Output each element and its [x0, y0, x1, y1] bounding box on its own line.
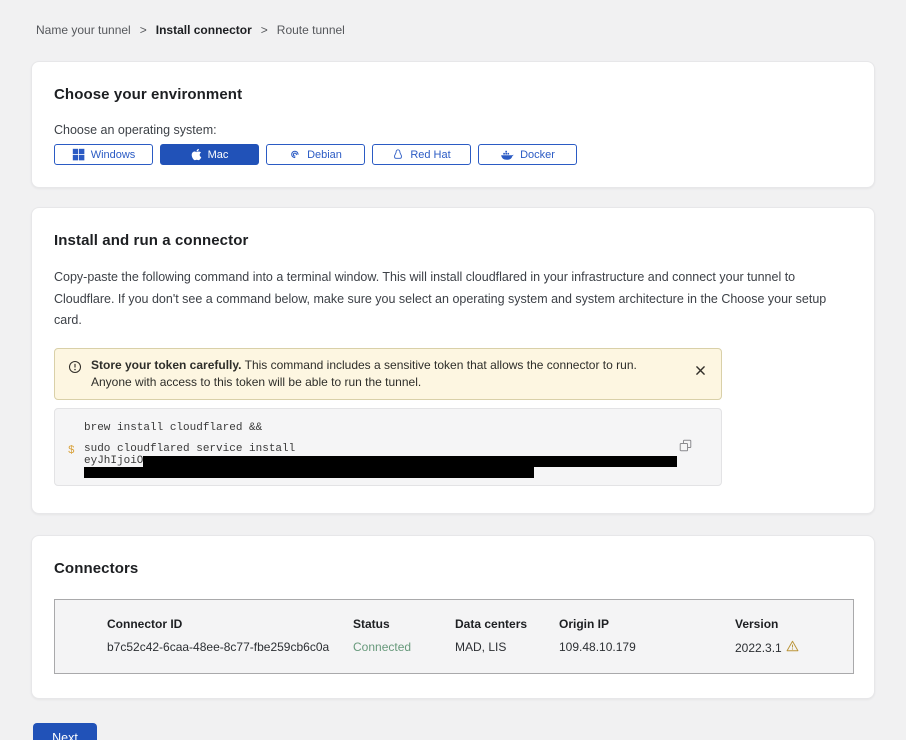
windows-icon — [72, 148, 85, 161]
shell-prompt: $ — [68, 445, 75, 457]
column-header-status: Status — [353, 617, 455, 631]
os-button-label: Windows — [91, 149, 136, 161]
os-button-label: Debian — [307, 149, 342, 161]
breadcrumb-step-route-tunnel[interactable]: Route tunnel — [277, 23, 345, 37]
os-button-group: Windows Mac Debian Red Hat — [54, 144, 852, 165]
table-row: b7c52c42-6caa-48ee-8c77-fbe259cb6c0a Con… — [107, 640, 833, 655]
environment-card-title: Choose your environment — [54, 86, 852, 103]
data-centers-cell: MAD, LIS — [455, 640, 559, 655]
code-line-service-install: sudo cloudflared service install — [84, 444, 691, 455]
os-button-label: Docker — [520, 149, 555, 161]
choose-environment-card: Choose your environment Choose an operat… — [31, 61, 875, 188]
column-header-origin-ip: Origin IP — [559, 617, 735, 631]
redacted-token-bar — [84, 467, 534, 478]
version-value: 2022.3.1 — [735, 641, 782, 655]
breadcrumb-step-name-your-tunnel[interactable]: Name your tunnel — [36, 23, 131, 37]
tux-penguin-icon — [392, 148, 404, 161]
warning-triangle-icon — [786, 640, 799, 655]
version-cell: 2022.3.1 — [735, 640, 833, 655]
breadcrumb-separator: > — [261, 23, 268, 37]
warning-circle-icon — [68, 360, 82, 379]
close-icon[interactable] — [692, 357, 709, 384]
os-select-label: Choose an operating system: — [54, 123, 852, 137]
copy-icon[interactable] — [677, 437, 694, 457]
docker-whale-icon — [500, 149, 514, 161]
tunnel-setup-page: Name your tunnel > Install connector > R… — [0, 0, 906, 740]
os-button-mac[interactable]: Mac — [160, 144, 259, 165]
connectors-table-header: Connector ID Status Data centers Origin … — [107, 617, 833, 631]
os-button-label: Mac — [208, 149, 229, 161]
apple-icon — [191, 148, 202, 161]
breadcrumb-separator: > — [140, 23, 147, 37]
connector-id-cell: b7c52c42-6caa-48ee-8c77-fbe259cb6c0a — [107, 640, 353, 655]
connectors-table: Connector ID Status Data centers Origin … — [54, 599, 854, 674]
os-button-redhat[interactable]: Red Hat — [372, 144, 471, 165]
token-prefix: eyJhIjoiO — [84, 456, 143, 467]
column-header-version: Version — [735, 617, 833, 631]
warning-title: Store your token carefully. — [91, 358, 242, 372]
install-card-title: Install and run a connector — [54, 232, 852, 249]
connectors-card-title: Connectors — [54, 560, 852, 577]
os-button-windows[interactable]: Windows — [54, 144, 153, 165]
warning-text: Store your token carefully. This command… — [91, 357, 651, 392]
install-description: Copy-paste the following command into a … — [54, 267, 852, 332]
column-header-data-centers: Data centers — [455, 617, 559, 631]
token-warning-banner: Store your token carefully. This command… — [54, 348, 722, 401]
breadcrumb-step-install-connector[interactable]: Install connector — [156, 23, 252, 37]
code-line-token: eyJhIjoiO — [84, 456, 691, 467]
install-connector-card: Install and run a connector Copy-paste t… — [31, 207, 875, 514]
breadcrumb: Name your tunnel > Install connector > R… — [31, 0, 875, 37]
debian-icon — [289, 149, 301, 161]
os-button-label: Red Hat — [410, 149, 450, 161]
install-command-code-block: $ brew install cloudflared && sudo cloud… — [54, 408, 722, 486]
status-badge: Connected — [353, 640, 455, 655]
os-button-docker[interactable]: Docker — [478, 144, 577, 165]
os-button-debian[interactable]: Debian — [266, 144, 365, 165]
code-line-brew: brew install cloudflared && — [84, 423, 691, 434]
origin-ip-cell: 109.48.10.179 — [559, 640, 735, 655]
redacted-token-bar — [143, 456, 677, 467]
next-button[interactable]: Next — [33, 723, 97, 740]
connectors-card: Connectors Connector ID Status Data cent… — [31, 535, 875, 699]
column-header-connector-id: Connector ID — [107, 617, 353, 631]
